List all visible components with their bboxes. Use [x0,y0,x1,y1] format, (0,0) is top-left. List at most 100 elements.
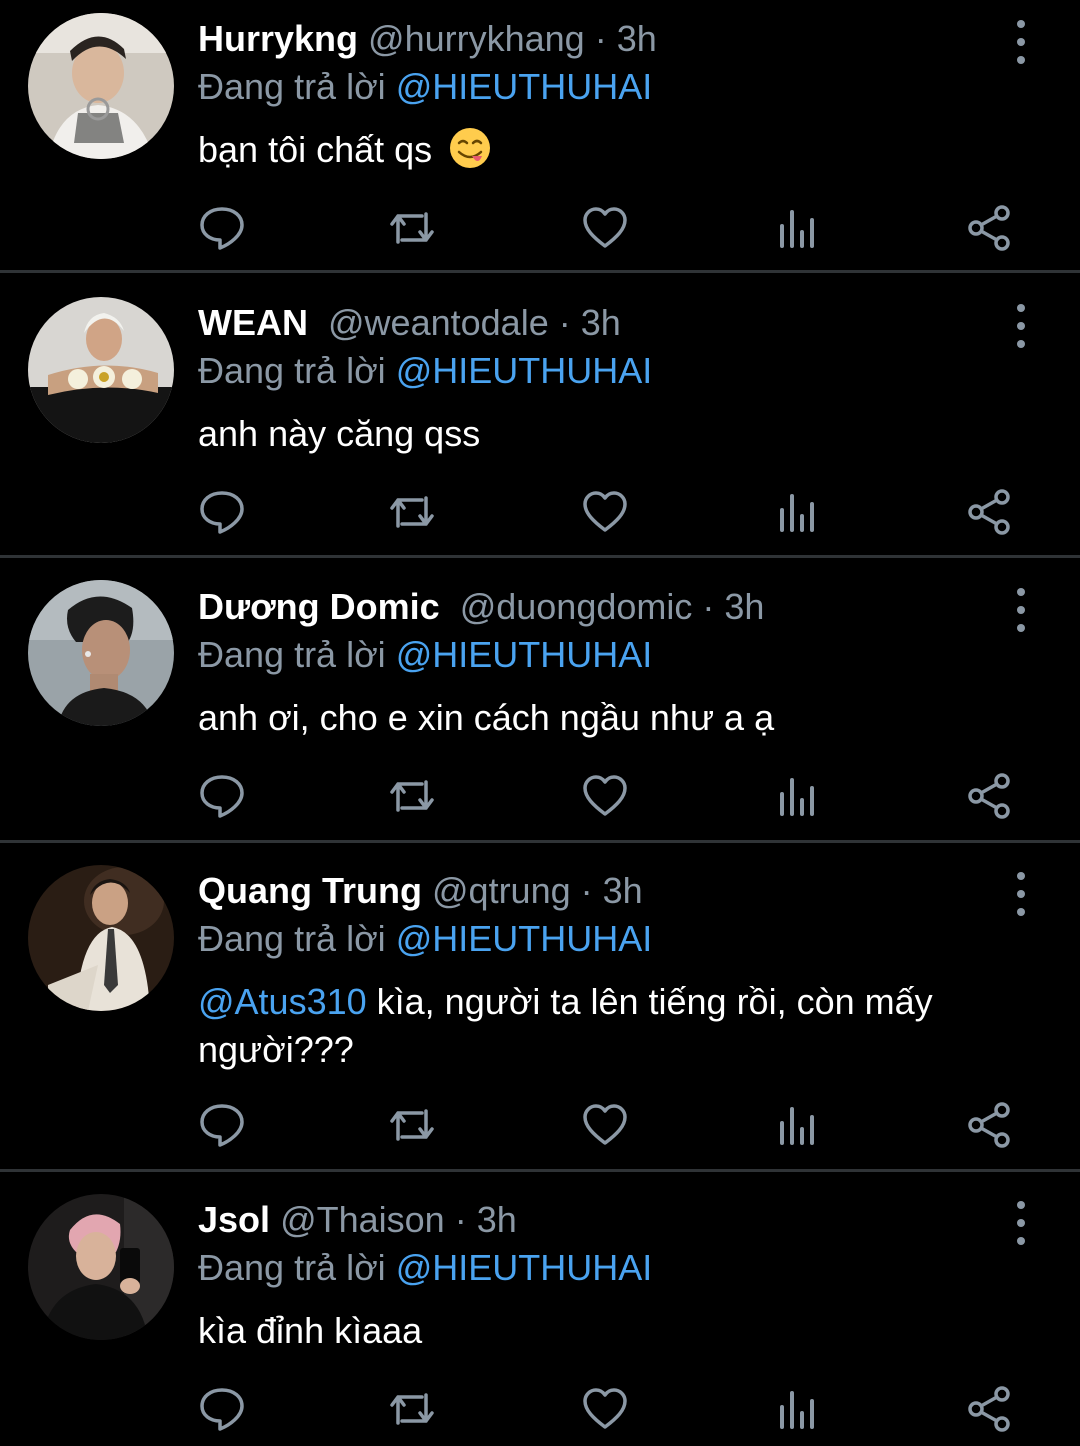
face-savoring-food-icon [450,128,491,168]
action-bar [198,204,1018,252]
reply-header: Jsol @Thaison · 3h [198,1197,517,1243]
timestamp[interactable]: 3h [477,1199,517,1240]
reply-text-body: kìa đỉnh kìaaa [198,1310,423,1351]
replying-mention[interactable]: @HIEUTHUHAI [396,634,653,675]
replying-mention[interactable]: @HIEUTHUHAI [396,350,653,391]
replying-prefix: Đang trả lời [198,634,386,675]
analytics-icon[interactable] [774,1101,822,1149]
more-options-icon[interactable] [1006,20,1036,64]
display-name[interactable]: Hurrykng [198,18,358,59]
reply-text: bạn tôi chất qs [198,126,1018,174]
time-separator: · [454,1199,467,1240]
replying-to: Đang trả lời @HIEUTHUHAI [198,1245,652,1291]
replying-to: Đang trả lời @HIEUTHUHAI [198,916,652,962]
replying-mention[interactable]: @HIEUTHUHAI [396,66,653,107]
timestamp[interactable]: 3h [603,870,643,911]
reply-text: anh ơi, cho e xin cách ngầu như a ạ [198,694,1018,742]
like-icon[interactable] [581,1385,629,1433]
avatar-photo [28,865,174,1011]
more-options-icon[interactable] [1006,304,1036,348]
like-icon[interactable] [581,1101,629,1149]
time-separator: · [558,302,571,343]
reply-icon[interactable] [198,772,246,820]
reply-icon[interactable] [198,488,246,536]
like-icon[interactable] [581,204,629,252]
like-icon[interactable] [581,772,629,820]
retweet-icon[interactable] [388,772,436,820]
handle[interactable]: @Thaison [280,1199,445,1240]
more-options-icon[interactable] [1006,872,1036,916]
analytics-icon[interactable] [774,488,822,536]
avatar-photo [28,1194,174,1340]
reply-icon[interactable] [198,1101,246,1149]
reply-text: anh này căng qss [198,410,1018,458]
reply-item[interactable]: Jsol @Thaison · 3h Đang trả lời @HIEUTHU… [0,1172,1080,1446]
analytics-icon[interactable] [774,772,822,820]
reply-text-body: anh này căng qss [198,413,481,454]
reply-text-body: anh ơi, cho e xin cách ngầu như a ạ [198,697,775,738]
action-bar [198,488,1018,536]
share-icon[interactable] [966,772,1014,820]
retweet-icon[interactable] [388,1101,436,1149]
timestamp[interactable]: 3h [581,302,621,343]
reply-header: Dương Domic @duongdomic · 3h [198,584,764,630]
avatar[interactable] [28,865,174,1011]
text-mention[interactable]: @Atus310 [198,981,367,1022]
more-options-icon[interactable] [1006,588,1036,632]
retweet-icon[interactable] [388,204,436,252]
reply-header: Hurrykng @hurrykhang · 3h [198,16,657,62]
share-icon[interactable] [966,488,1014,536]
share-icon[interactable] [966,1385,1014,1433]
display-name[interactable]: Dương Domic [198,586,440,627]
avatar[interactable] [28,1194,174,1340]
avatar-photo [28,13,174,159]
more-options-icon[interactable] [1006,1201,1036,1245]
replying-mention[interactable]: @HIEUTHUHAI [396,1247,653,1288]
share-icon[interactable] [966,1101,1014,1149]
replying-to: Đang trả lời @HIEUTHUHAI [198,348,652,394]
retweet-icon[interactable] [388,488,436,536]
replying-prefix: Đang trả lời [198,918,386,959]
avatar[interactable] [28,297,174,443]
replying-prefix: Đang trả lời [198,350,386,391]
display-name[interactable]: Quang Trung [198,870,422,911]
reply-text: kìa đỉnh kìaaa [198,1307,1018,1355]
reply-item[interactable]: Quang Trung @qtrung · 3h Đang trả lời @H… [0,843,1080,1169]
reply-item[interactable]: WEAN @weantodale · 3h Đang trả lời @HIEU… [0,273,1080,555]
replying-prefix: Đang trả lời [198,66,386,107]
replying-prefix: Đang trả lời [198,1247,386,1288]
avatar[interactable] [28,580,174,726]
time-separator: · [594,18,607,59]
retweet-icon[interactable] [388,1385,436,1433]
timestamp[interactable]: 3h [617,18,657,59]
timestamp[interactable]: 3h [724,586,764,627]
action-bar [198,1101,1018,1149]
analytics-icon[interactable] [774,1385,822,1433]
share-icon[interactable] [966,204,1014,252]
replying-mention[interactable]: @HIEUTHUHAI [396,918,653,959]
reply-text-body: bạn tôi chất qs [198,129,433,170]
avatar-photo [28,297,174,443]
replying-to: Đang trả lời @HIEUTHUHAI [198,632,652,678]
reply-header: Quang Trung @qtrung · 3h [198,868,643,914]
avatar-photo [28,580,174,726]
handle[interactable]: @duongdomic [460,586,693,627]
handle[interactable]: @weantodale [328,302,549,343]
action-bar [198,772,1018,820]
reply-item[interactable]: Hurrykng @hurrykhang · 3h Đang trả lời @… [0,0,1080,270]
reply-header: WEAN @weantodale · 3h [198,300,621,346]
action-bar [198,1385,1018,1433]
reply-icon[interactable] [198,204,246,252]
reply-icon[interactable] [198,1385,246,1433]
time-separator: · [580,870,593,911]
time-separator: · [702,586,715,627]
reply-text: @Atus310 kìa, người ta lên tiếng rồi, cò… [198,978,1018,1074]
like-icon[interactable] [581,488,629,536]
display-name[interactable]: WEAN [198,302,308,343]
reply-item[interactable]: Dương Domic @duongdomic · 3h Đang trả lờ… [0,558,1080,840]
handle[interactable]: @hurrykhang [368,18,585,59]
handle[interactable]: @qtrung [432,870,571,911]
avatar[interactable] [28,13,174,159]
display-name[interactable]: Jsol [198,1199,270,1240]
analytics-icon[interactable] [774,204,822,252]
